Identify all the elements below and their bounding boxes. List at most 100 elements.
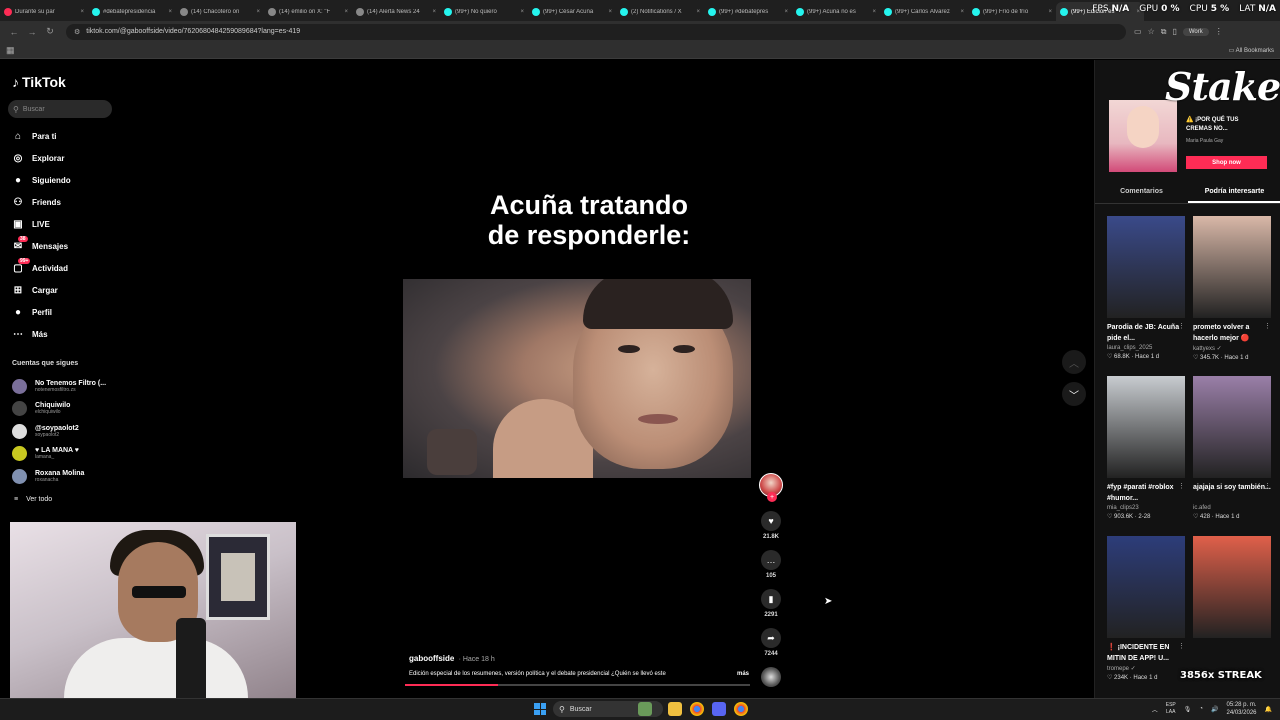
close-icon[interactable]: ×: [960, 9, 964, 15]
discord-icon[interactable]: [712, 702, 726, 716]
sidebar-item-siguiendo[interactable]: ● Siguiendo: [12, 172, 71, 188]
chrome-profile-icon[interactable]: [734, 702, 748, 716]
url-field[interactable]: ⚙ tiktok.com/@gabooffside/video/76206804…: [66, 23, 1126, 40]
video-progress-bar[interactable]: [405, 684, 750, 686]
recommended-video-card[interactable]: Parodia de JB: Acuña pide el... laura_cli…: [1107, 216, 1185, 360]
browser-tab[interactable]: (14) Alerta News 24 ×: [352, 2, 440, 21]
video-thumbnail[interactable]: [1107, 376, 1185, 478]
profile-button[interactable]: Work: [1182, 27, 1209, 36]
close-icon[interactable]: ×: [784, 9, 788, 15]
bookmark-star-icon[interactable]: ☆: [1148, 27, 1155, 36]
browser-tab[interactable]: (14) Chacotero on ×: [176, 2, 264, 21]
close-icon[interactable]: ×: [256, 9, 260, 15]
sidebar-item-más[interactable]: ⋯ Más: [12, 326, 48, 342]
followed-account[interactable]: @soypaolot2 soypaolot2: [12, 421, 79, 441]
recommended-video-card[interactable]: prometo volver a hacerlo mejor 🔴 kattyexs…: [1193, 216, 1271, 361]
browser-tab[interactable]: (99+) Carlos Álvarez ×: [880, 2, 968, 21]
followed-account[interactable]: ♥ LA MANA ♥ lamana_: [12, 443, 79, 463]
browser-tab[interactable]: (2) Notifications / X ×: [616, 2, 704, 21]
close-icon[interactable]: ×: [872, 9, 876, 15]
apps-grid-icon[interactable]: ▦: [6, 45, 15, 56]
next-video-button[interactable]: ﹀: [1062, 382, 1086, 406]
see-all-link[interactable]: ≡ Ver todo: [14, 496, 52, 503]
video-thumbnail[interactable]: [1193, 376, 1271, 478]
language-indicator[interactable]: ESP LAA: [1166, 702, 1176, 716]
browser-tab[interactable]: (99+) Frío de frío ×: [968, 2, 1056, 21]
video-thumbnail[interactable]: [1107, 536, 1185, 638]
chrome-icon[interactable]: [690, 702, 704, 716]
close-icon[interactable]: ×: [80, 9, 84, 15]
sidebar-item-para-ti[interactable]: ⌂ Para ti: [12, 128, 57, 144]
notifications-icon[interactable]: 🔔: [1265, 706, 1272, 713]
tiktok-logo[interactable]: ♪ TikTok: [12, 74, 66, 90]
network-icon[interactable]: ◔: [1199, 706, 1203, 712]
card-options-icon[interactable]: ⋮: [1264, 482, 1271, 490]
more-link[interactable]: más: [737, 671, 749, 677]
microphone-icon[interactable]: 🎙: [1184, 706, 1192, 713]
card-options-icon[interactable]: ⋮: [1178, 482, 1185, 490]
tab-podría-interesarte[interactable]: Podría interesarte: [1188, 184, 1280, 203]
video-thumbnail[interactable]: [1107, 216, 1185, 318]
close-icon[interactable]: ×: [344, 9, 348, 15]
recommended-video-card[interactable]: ❗ ¡INCIDENTE EN MITIN DE APP! U... tromep…: [1107, 536, 1185, 681]
all-bookmarks-button[interactable]: ▭ All Bookmarks: [1229, 47, 1274, 54]
video-thumbnail[interactable]: [1193, 536, 1271, 638]
windows-start-icon[interactable]: [534, 703, 546, 715]
video-author[interactable]: gabooffside: [409, 654, 454, 663]
sidebar-item-mensajes[interactable]: ✉ 38 Mensajes: [12, 236, 68, 254]
recommended-video-card[interactable]: ajajaja si soy también... ic.afed ♡ 428 · …: [1193, 376, 1271, 520]
browser-menu-icon[interactable]: ⋮: [1215, 27, 1223, 36]
author-avatar[interactable]: +: [759, 473, 783, 502]
browser-tab[interactable]: (99+) Acuña no es ×: [792, 2, 880, 21]
browser-tab[interactable]: (99+) César Acuña ×: [528, 2, 616, 21]
reload-icon[interactable]: ↻: [42, 24, 58, 40]
browser-tab[interactable]: (14) emilio on X: "F ×: [264, 2, 352, 21]
sidebar-item-live[interactable]: ▣ LIVE: [12, 216, 50, 232]
share-button[interactable]: ➦ 7244: [759, 628, 783, 657]
browser-tab[interactable]: (99+) #debatepres ×: [704, 2, 792, 21]
close-icon[interactable]: ×: [608, 9, 612, 15]
shop-now-button[interactable]: Shop now: [1186, 156, 1267, 169]
browser-tab[interactable]: #debatepresidencia ×: [88, 2, 176, 21]
video-player[interactable]: [403, 279, 751, 478]
sidebar-item-friends[interactable]: ⚇ Friends: [12, 194, 61, 210]
extensions-icon[interactable]: ⧉: [1161, 27, 1167, 37]
sidebar-item-explorar[interactable]: ◎ Explorar: [12, 150, 65, 166]
forward-arrow-icon[interactable]: →: [24, 24, 40, 40]
sidebar-panel-icon[interactable]: ▯: [1172, 27, 1176, 36]
sponsored-ad[interactable]: ⚠️ ¡POR QUÉ TUS CREMAS NO... Maria Paula…: [1109, 100, 1267, 172]
close-icon[interactable]: ×: [520, 9, 524, 15]
card-options-icon[interactable]: ⋮: [1178, 642, 1185, 650]
close-icon[interactable]: ×: [1048, 9, 1052, 15]
save-button[interactable]: ▮ 2291: [759, 589, 783, 618]
music-disc-icon[interactable]: [761, 667, 781, 687]
file-explorer-icon[interactable]: [668, 702, 682, 716]
close-icon[interactable]: ×: [168, 9, 172, 15]
clock[interactable]: 05:28 p. m. 24/03/2026: [1226, 701, 1256, 717]
tab-comentarios[interactable]: Comentarios: [1095, 184, 1188, 203]
followed-account[interactable]: No Tenemos Filtro (... notenemosfiltro.zs: [12, 376, 106, 396]
sidebar-item-cargar[interactable]: ⊞ Cargar: [12, 282, 58, 298]
followed-account[interactable]: Roxana Molina roxanacha: [12, 466, 84, 486]
sidebar-item-actividad[interactable]: ▢ 99+ Actividad: [12, 258, 68, 276]
back-arrow-icon[interactable]: ←: [6, 24, 22, 40]
volume-icon[interactable]: 🔊: [1211, 706, 1218, 713]
site-info-icon[interactable]: ⚙: [74, 28, 80, 36]
card-options-icon[interactable]: ⋮: [1264, 322, 1271, 330]
follow-plus-icon[interactable]: +: [767, 492, 777, 502]
video-thumbnail[interactable]: [1193, 216, 1271, 318]
close-icon[interactable]: ×: [432, 9, 436, 15]
previous-video-button[interactable]: ︿: [1062, 350, 1086, 374]
sidebar-item-perfil[interactable]: ● Perfil: [12, 304, 52, 320]
search-input[interactable]: ⚲ Buscar: [8, 100, 112, 118]
like-button[interactable]: ♥ 21.8K: [759, 511, 783, 540]
comment-button[interactable]: … 105: [759, 550, 783, 579]
followed-account[interactable]: Chiquiwilo elchiquiwilo: [12, 398, 70, 418]
recommended-video-card[interactable]: [1193, 536, 1271, 638]
card-options-icon[interactable]: ⋮: [1178, 322, 1185, 330]
recommended-video-card[interactable]: #fyp #parati #roblox #humor... mia_clips2…: [1107, 376, 1185, 520]
tray-chevron-icon[interactable]: ︿: [1152, 705, 1158, 714]
close-icon[interactable]: ×: [696, 9, 700, 15]
cast-icon[interactable]: ▭: [1134, 27, 1142, 36]
browser-tab[interactable]: Durante su par ×: [0, 2, 88, 21]
